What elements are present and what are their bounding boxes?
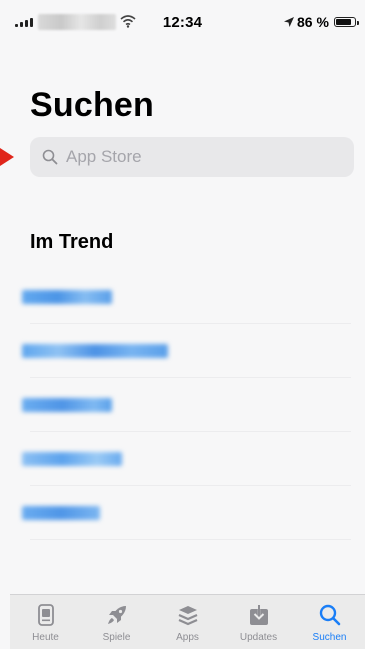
trending-item-label xyxy=(22,398,112,412)
updates-download-icon xyxy=(249,605,268,625)
list-divider xyxy=(30,539,351,540)
tab-label: Spiele xyxy=(102,632,131,643)
search-input[interactable] xyxy=(64,146,328,168)
trending-item[interactable] xyxy=(0,270,365,324)
tab-bar: Heute Spiele Apps Updates Suchen xyxy=(10,594,365,649)
trending-item-label xyxy=(22,290,112,304)
tab-label: Suchen xyxy=(312,632,347,643)
trending-item[interactable] xyxy=(0,324,365,378)
page-title: Suchen xyxy=(30,86,155,124)
tab-updates[interactable]: Updates xyxy=(223,595,294,649)
tab-label: Updates xyxy=(239,632,278,643)
tab-spiele[interactable]: Spiele xyxy=(81,595,152,649)
trending-item-label xyxy=(22,506,100,520)
apps-stack-icon xyxy=(178,606,197,626)
status-bar: 12:34 86 % xyxy=(0,0,365,44)
trending-item-label xyxy=(22,452,122,466)
battery-icon xyxy=(334,17,359,27)
tab-apps[interactable]: Apps xyxy=(152,595,223,649)
rocket-icon xyxy=(107,606,126,624)
today-icon xyxy=(37,604,54,626)
search-field[interactable] xyxy=(30,137,354,177)
trending-item-label xyxy=(22,344,168,358)
tab-heute[interactable]: Heute xyxy=(10,595,81,649)
tab-label: Heute xyxy=(32,632,59,643)
trending-section-title: Im Trend xyxy=(30,231,114,253)
tab-label: Apps xyxy=(176,632,199,643)
annotation-arrow-icon xyxy=(0,148,14,166)
trending-item[interactable] xyxy=(0,486,365,540)
search-icon xyxy=(319,604,340,626)
battery-percentage: 86 % xyxy=(297,14,329,30)
trending-list xyxy=(0,270,365,540)
trending-item[interactable] xyxy=(0,432,365,486)
trending-item[interactable] xyxy=(0,378,365,432)
location-arrow-icon xyxy=(284,17,294,27)
search-icon xyxy=(42,149,58,165)
tab-suchen[interactable]: Suchen xyxy=(294,595,365,649)
